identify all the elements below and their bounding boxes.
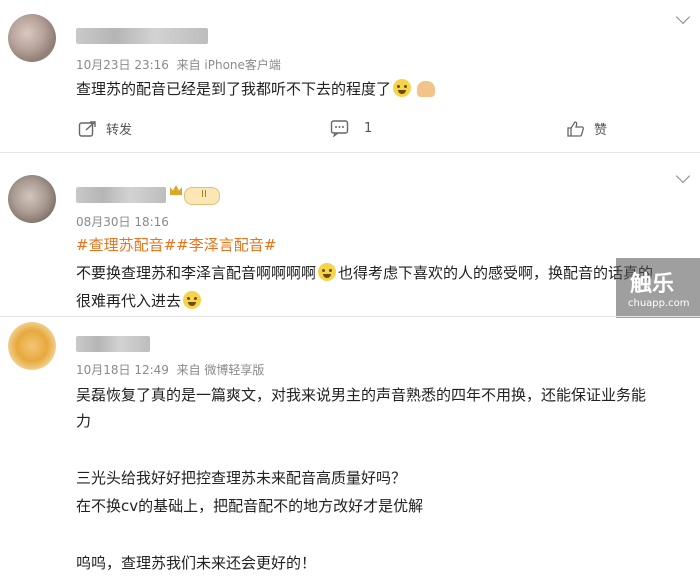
comment-icon <box>330 120 349 137</box>
crown-icon <box>170 185 182 195</box>
comment-line: 不要换查理苏和李泽言配音啊啊啊啊 也得考虑下喜欢的人的感受啊，换配音的话真的 <box>76 258 653 288</box>
comment-source: 来自 微博轻享版 <box>176 363 265 377</box>
comment-source: 来自 iPhone客户端 <box>176 58 281 72</box>
username-blurred[interactable] <box>76 336 150 352</box>
chevron-down-icon[interactable] <box>675 9 691 25</box>
chevron-down-icon[interactable] <box>675 168 691 184</box>
praying-hands-icon <box>417 81 436 97</box>
avatar[interactable] <box>8 322 56 370</box>
comment-line: 很难再代入进去 <box>76 286 203 316</box>
comment-line: 在不换cv的基础上，把配音配不的地方改好才是优解 <box>76 497 424 515</box>
username-blurred[interactable] <box>76 187 166 203</box>
comment-line-text: 很难再代入进去 <box>76 292 182 310</box>
crying-emoji-icon <box>183 291 202 309</box>
like-label: 赞 <box>594 123 608 138</box>
comment-meta: 10月23日 23:16 来自 iPhone客户端 <box>76 56 281 73</box>
comment-button[interactable]: 1 <box>330 119 372 137</box>
crying-emoji-icon <box>393 79 412 97</box>
avatar[interactable] <box>8 14 56 62</box>
comment-line: 呜呜，查理苏我们未来还会更好的！ <box>76 554 317 572</box>
divider <box>0 152 700 153</box>
comment-time: 08月30日 18:16 <box>76 215 169 229</box>
avatar[interactable] <box>8 175 56 223</box>
comment-line: 三光头给我好好把控查理苏未来配音高质量好吗？ <box>76 469 407 487</box>
comment-text: 查理苏的配音已经是到了我都听不下去的程度了 <box>76 74 436 104</box>
comment-line-text: 不要换查理苏和李泽言配音啊啊啊啊 <box>76 264 317 282</box>
comment-time: 10月18日 12:49 <box>76 363 169 377</box>
crying-emoji-icon <box>318 263 337 281</box>
hashtags[interactable]: #查理苏配音##李泽言配音# <box>76 230 276 260</box>
repost-icon <box>78 120 96 137</box>
repost-button[interactable]: 转发 <box>78 119 132 138</box>
watermark-site: chuapp.com <box>628 298 690 309</box>
like-button[interactable]: 赞 <box>566 119 607 138</box>
comment-line: 吴磊恢复了真的是一篇爽文，对我来说男主的声音熟悉的四年不用换，还能保证业务能 <box>76 386 647 404</box>
repost-label: 转发 <box>106 123 133 138</box>
comment-text-content: 查理苏的配音已经是到了我都听不下去的程度了 <box>76 80 392 98</box>
comment-count: 1 <box>364 120 373 136</box>
level-badge <box>184 187 220 205</box>
watermark-logo: 触乐 <box>630 272 675 297</box>
comment-line: 力 <box>76 412 92 430</box>
comment-line-text: 也得考虑下喜欢的人的感受啊，换配音的话真的 <box>338 264 654 282</box>
comment-time: 10月23日 23:16 <box>76 58 169 72</box>
thumbs-up-icon <box>567 120 584 137</box>
watermark: 触乐 chuapp.com <box>616 258 700 318</box>
divider <box>0 316 700 317</box>
username-blurred[interactable] <box>76 28 208 44</box>
comment-meta: 10月18日 12:49 来自 微博轻享版 <box>76 361 264 378</box>
